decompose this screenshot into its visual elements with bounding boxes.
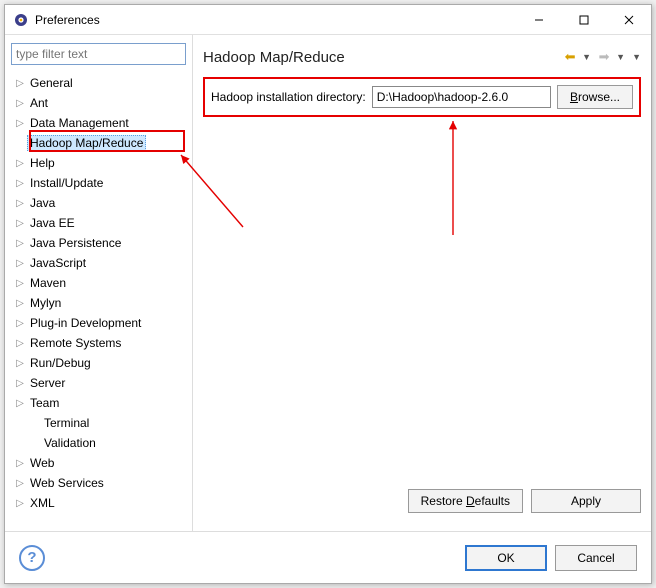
tree-item-java-ee[interactable]: ▷Java EE xyxy=(9,213,188,233)
tree-item-server[interactable]: ▷Server xyxy=(9,373,188,393)
tree-item-label: Help xyxy=(27,155,58,171)
cancel-button[interactable]: Cancel xyxy=(555,545,637,571)
browse-button[interactable]: Browse... xyxy=(557,85,633,109)
dialog-footer: ? OK Cancel xyxy=(5,531,651,583)
tree-item-label: Java Persistence xyxy=(27,235,124,251)
help-icon[interactable]: ? xyxy=(19,545,45,571)
expand-icon[interactable]: ▷ xyxy=(13,98,27,109)
ok-button[interactable]: OK xyxy=(465,545,547,571)
tree-item-label: Run/Debug xyxy=(27,355,94,371)
tree-item-install-update[interactable]: ▷Install/Update xyxy=(9,173,188,193)
tree-item-label: Validation xyxy=(41,435,99,451)
view-menu-icon[interactable]: ▼ xyxy=(632,52,641,62)
tree-item-data-management[interactable]: ▷Data Management xyxy=(9,113,188,133)
tree-item-validation[interactable]: Validation xyxy=(9,433,188,453)
main-panel: Hadoop Map/Reduce ⬅▼ ➡▼ ▼ Hadoop install… xyxy=(193,35,651,531)
preferences-dialog: Preferences ▷General▷Ant▷Data Management… xyxy=(4,4,652,584)
expand-icon[interactable]: ▷ xyxy=(13,318,27,329)
tree-item-label: Java EE xyxy=(27,215,78,231)
tree-item-mylyn[interactable]: ▷Mylyn xyxy=(9,293,188,313)
expand-icon[interactable]: ▷ xyxy=(13,398,27,409)
forward-icon[interactable]: ➡ xyxy=(594,47,614,67)
tree-item-run-debug[interactable]: ▷Run/Debug xyxy=(9,353,188,373)
close-button[interactable] xyxy=(606,5,651,34)
filter-box xyxy=(11,43,186,65)
titlebar: Preferences xyxy=(5,5,651,35)
tree-item-label: Plug-in Development xyxy=(27,315,144,331)
hadoop-dir-label: Hadoop installation directory: xyxy=(211,90,366,104)
tree-item-label: Web xyxy=(27,455,57,471)
expand-icon[interactable]: ▷ xyxy=(13,378,27,389)
filter-input[interactable] xyxy=(11,43,186,65)
tree-item-javascript[interactable]: ▷JavaScript xyxy=(9,253,188,273)
tree-item-label: Server xyxy=(27,375,68,391)
expand-icon[interactable]: ▷ xyxy=(13,238,27,249)
page-button-row: Restore Defaults Apply xyxy=(203,483,641,521)
tree-item-maven[interactable]: ▷Maven xyxy=(9,273,188,293)
expand-icon[interactable]: ▷ xyxy=(13,118,27,129)
back-menu-icon[interactable]: ▼ xyxy=(582,52,592,62)
tree-item-java[interactable]: ▷Java xyxy=(9,193,188,213)
forward-menu-icon[interactable]: ▼ xyxy=(616,52,626,62)
tree-item-label: Web Services xyxy=(27,475,107,491)
tree-item-label: Install/Update xyxy=(27,175,106,191)
tree-item-label: Java xyxy=(27,195,58,211)
annotation-arrow xyxy=(433,115,473,245)
tree-item-hadoop-map-reduce[interactable]: Hadoop Map/Reduce xyxy=(9,133,188,153)
expand-icon[interactable]: ▷ xyxy=(13,78,27,89)
tree-item-label: Data Management xyxy=(27,115,132,131)
restore-defaults-button[interactable]: Restore Defaults xyxy=(408,489,523,513)
category-tree: ▷General▷Ant▷Data ManagementHadoop Map/R… xyxy=(5,35,193,531)
expand-icon[interactable]: ▷ xyxy=(13,178,27,189)
tree-item-label: General xyxy=(27,75,76,91)
expand-icon[interactable]: ▷ xyxy=(13,338,27,349)
window-title: Preferences xyxy=(35,13,516,27)
expand-icon[interactable]: ▷ xyxy=(13,258,27,269)
tree-item-java-persistence[interactable]: ▷Java Persistence xyxy=(9,233,188,253)
app-icon xyxy=(13,12,29,28)
history-nav: ⬅▼ ➡▼ ▼ xyxy=(560,47,641,67)
page-title: Hadoop Map/Reduce xyxy=(203,49,560,66)
hadoop-dir-group: Hadoop installation directory: Browse... xyxy=(203,77,641,117)
tree-item-label: Hadoop Map/Reduce xyxy=(27,135,146,151)
expand-icon[interactable]: ▷ xyxy=(13,358,27,369)
apply-button[interactable]: Apply xyxy=(531,489,641,513)
expand-icon[interactable]: ▷ xyxy=(13,278,27,289)
tree-item-label: XML xyxy=(27,495,58,511)
tree-item-label: Ant xyxy=(27,95,51,111)
expand-icon[interactable]: ▷ xyxy=(13,198,27,209)
tree-item-general[interactable]: ▷General xyxy=(9,73,188,93)
expand-icon[interactable]: ▷ xyxy=(13,498,27,509)
expand-icon[interactable]: ▷ xyxy=(13,478,27,489)
hadoop-dir-input[interactable] xyxy=(372,86,551,108)
expand-icon[interactable]: ▷ xyxy=(13,298,27,309)
tree-item-team[interactable]: ▷Team xyxy=(9,393,188,413)
tree-item-xml[interactable]: ▷XML xyxy=(9,493,188,513)
tree-item-label: JavaScript xyxy=(27,255,89,271)
tree-item-label: Maven xyxy=(27,275,69,291)
tree-item-label: Terminal xyxy=(41,415,92,431)
tree-item-remote-systems[interactable]: ▷Remote Systems xyxy=(9,333,188,353)
tree-item-plug-in-development[interactable]: ▷Plug-in Development xyxy=(9,313,188,333)
maximize-button[interactable] xyxy=(561,5,606,34)
expand-icon[interactable]: ▷ xyxy=(13,218,27,229)
tree-item-help[interactable]: ▷Help xyxy=(9,153,188,173)
tree-item-web-services[interactable]: ▷Web Services xyxy=(9,473,188,493)
tree-item-label: Team xyxy=(27,395,62,411)
tree-item-terminal[interactable]: Terminal xyxy=(9,413,188,433)
back-icon[interactable]: ⬅ xyxy=(560,47,580,67)
minimize-button[interactable] xyxy=(516,5,561,34)
tree-item-ant[interactable]: ▷Ant xyxy=(9,93,188,113)
expand-icon[interactable]: ▷ xyxy=(13,158,27,169)
tree-item-label: Mylyn xyxy=(27,295,64,311)
tree-item-label: Remote Systems xyxy=(27,335,124,351)
expand-icon[interactable]: ▷ xyxy=(13,458,27,469)
tree-item-web[interactable]: ▷Web xyxy=(9,453,188,473)
